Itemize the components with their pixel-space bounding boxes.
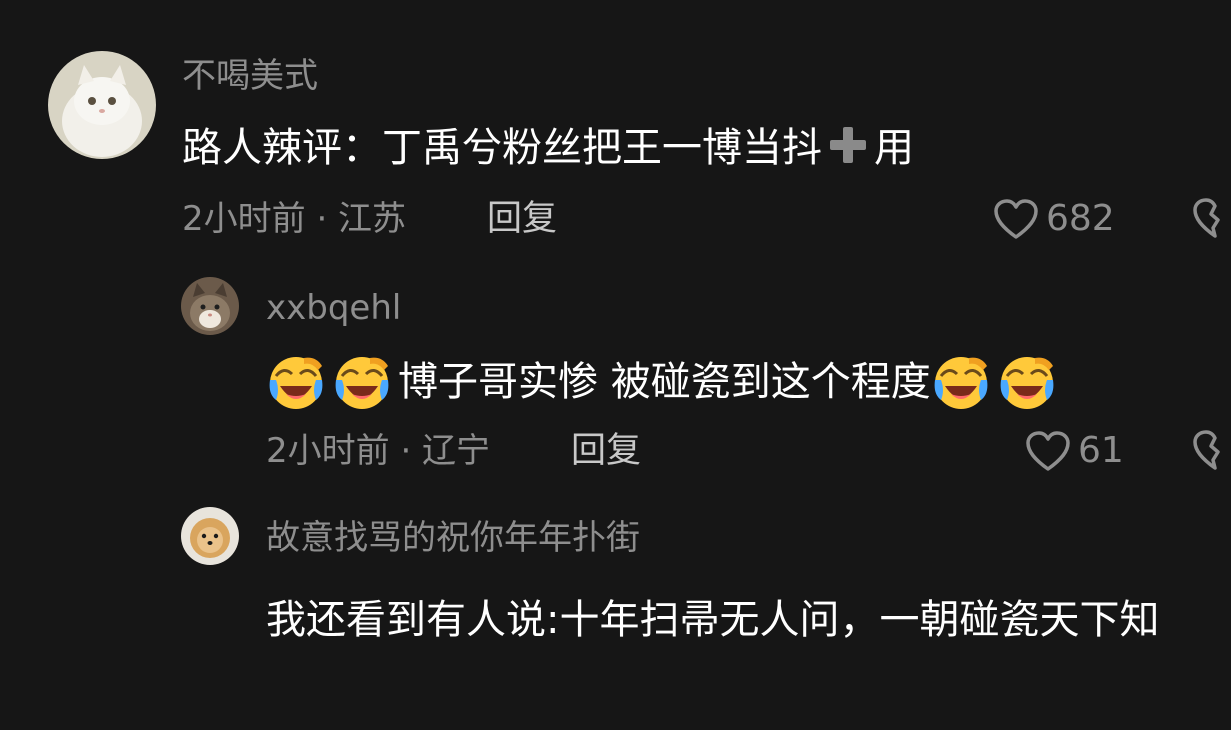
reply-username[interactable]: xxbqehl xyxy=(266,288,401,328)
heart-icon xyxy=(1026,431,1070,471)
comment-text: 路人辣评：丁禹兮粉丝把王一博当抖 xyxy=(182,125,822,171)
reply-button[interactable]: 回复 xyxy=(487,199,557,239)
plus-icon xyxy=(828,124,868,180)
like-count: 682 xyxy=(1046,198,1115,239)
dislike-button[interactable] xyxy=(1191,196,1231,240)
laughing-crying-face-icon xyxy=(997,352,1057,412)
reply-content: 博子哥实惨 被碰瓷到这个程度 xyxy=(266,352,1063,412)
like-button[interactable]: 682 xyxy=(992,197,1115,241)
laughing-crying-face-icon xyxy=(931,352,991,412)
reply-username[interactable]: 故意找骂的祝你年年扑街 xyxy=(266,518,640,558)
like-button[interactable]: 61 xyxy=(1024,429,1124,473)
reply-text: 博子哥实惨 被碰瓷到这个程度 xyxy=(398,359,931,405)
comment-username[interactable]: 不喝美式 xyxy=(182,56,318,96)
laughing-crying-face-icon xyxy=(266,352,326,412)
broken-heart-icon xyxy=(1193,430,1220,470)
laughing-crying-face-icon xyxy=(332,352,392,412)
comment-meta: 2小时前 · 江苏 xyxy=(182,199,407,239)
avatar-white-cat[interactable] xyxy=(48,51,156,159)
comment-text-end: 用 xyxy=(874,125,914,171)
avatar-tabby-cat[interactable] xyxy=(181,277,239,335)
dislike-button[interactable] xyxy=(1191,428,1231,472)
reply-content: 我还看到有人说:十年扫帚无人问，一朝碰瓷天下知 xyxy=(266,597,1160,643)
broken-heart-icon xyxy=(1193,198,1220,238)
like-count: 61 xyxy=(1078,430,1124,471)
reply-meta: 2小时前 · 辽宁 xyxy=(266,431,491,471)
comment-content: 路人辣评：丁禹兮粉丝把王一博当抖 用 xyxy=(182,120,914,180)
heart-icon xyxy=(994,199,1038,239)
reply-button[interactable]: 回复 xyxy=(571,431,641,471)
avatar-pomeranian-dog[interactable] xyxy=(181,507,239,565)
